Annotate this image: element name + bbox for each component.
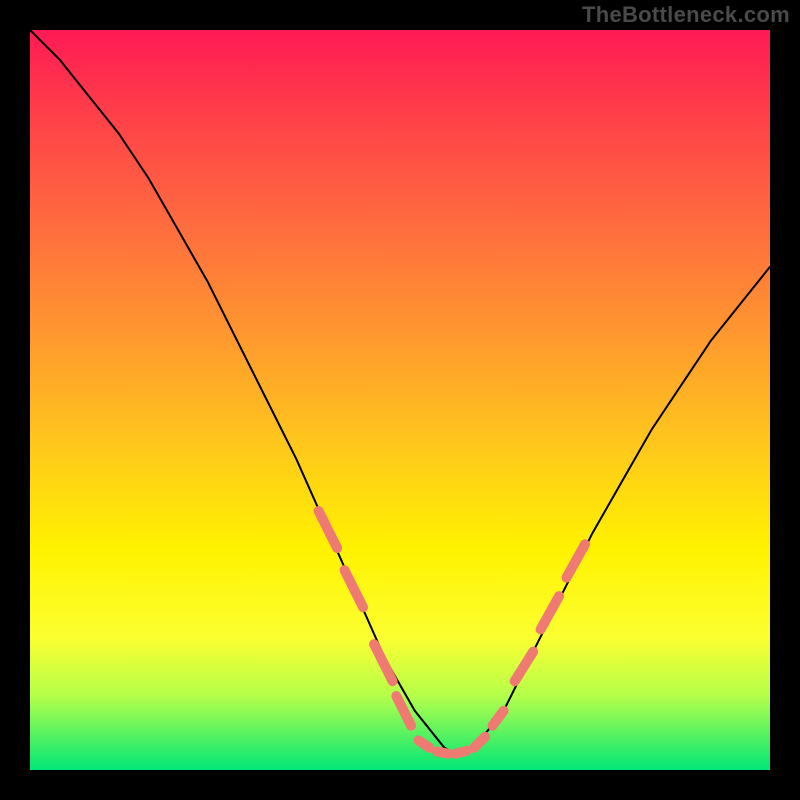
highlight-dash xyxy=(419,740,430,747)
chart-svg xyxy=(30,30,770,770)
attribution-text: TheBottleneck.com xyxy=(582,2,790,28)
highlight-dash xyxy=(567,544,586,577)
chart-stage: TheBottleneck.com xyxy=(0,0,800,800)
bottleneck-curve xyxy=(30,30,770,755)
highlight-dash xyxy=(474,737,485,748)
highlight-dash xyxy=(345,570,364,607)
highlight-dashes-group xyxy=(319,511,585,754)
highlight-dash xyxy=(374,644,393,681)
highlight-dash xyxy=(456,751,467,754)
highlight-dash xyxy=(541,596,560,629)
highlight-dash xyxy=(493,711,504,726)
highlight-dash xyxy=(437,752,448,754)
plot-area xyxy=(30,30,770,770)
highlight-dash xyxy=(515,652,534,682)
highlight-dash xyxy=(319,511,338,548)
